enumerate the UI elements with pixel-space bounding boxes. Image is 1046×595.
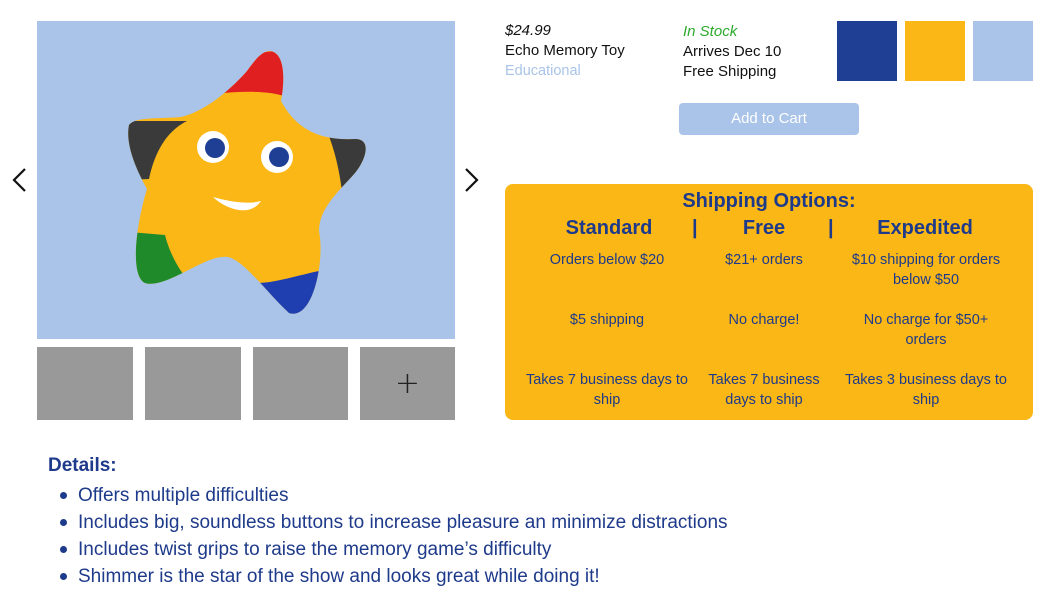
color-swatch-navy[interactable]	[837, 21, 897, 81]
chevron-left-icon	[12, 168, 26, 192]
carousel-next-button[interactable]	[460, 164, 484, 196]
color-swatch-light-blue[interactable]	[973, 21, 1033, 81]
free-time: Takes 7 business days to ship	[708, 372, 820, 408]
standard-cost: $5 shipping	[569, 312, 645, 328]
shipping-column-standard: Standard	[565, 217, 653, 239]
expedited-time: Takes 3 business days to ship	[844, 372, 1007, 408]
star-toy-illustration	[128, 51, 366, 314]
product-price: $24.99	[505, 22, 551, 39]
shipping-options-panel: Shipping Options: Standard | Free | Expe…	[505, 184, 1033, 420]
list-item: Offers multiple difficulties	[60, 482, 728, 509]
carousel-prev-button[interactable]	[8, 164, 32, 196]
free-cost: No charge!	[728, 312, 800, 328]
list-item: Shimmer is the star of the show and look…	[60, 563, 728, 590]
chevron-right-icon	[465, 168, 479, 192]
thumbnail-1[interactable]	[37, 347, 133, 420]
expedited-cost: No charge for $50+ orders	[863, 312, 989, 348]
shipping-options-title: Shipping Options:	[682, 190, 856, 212]
add-to-cart-button[interactable]: Add to Cart	[679, 103, 859, 135]
shipping-column-free: Free	[742, 217, 786, 239]
free-orders: $21+ orders	[725, 252, 803, 268]
color-swatch-yellow[interactable]	[905, 21, 965, 81]
product-category[interactable]: Educational	[505, 63, 581, 79]
arrival-date: Arrives Dec 10	[683, 43, 782, 60]
standard-time: Takes 7 business days to ship	[525, 372, 688, 408]
standard-orders: Orders below $20	[549, 252, 665, 268]
stock-status: In Stock	[683, 23, 738, 40]
plus-icon: +	[394, 365, 421, 401]
shipping-note: Free Shipping	[683, 63, 777, 80]
thumbnail-3[interactable]	[253, 347, 348, 420]
more-thumbnails-button[interactable]: +	[360, 347, 455, 420]
list-item: Includes big, soundless buttons to incre…	[60, 509, 728, 536]
details-heading: Details:	[48, 455, 117, 476]
thumbnail-2[interactable]	[145, 347, 241, 420]
list-item: Includes twist grips to raise the memory…	[60, 536, 728, 563]
product-name: Echo Memory Toy	[505, 42, 625, 59]
expedited-orders: $10 shipping for orders below $50	[851, 252, 1001, 288]
details-list: Offers multiple difficulties Includes bi…	[60, 482, 728, 590]
column-separator: |	[692, 217, 698, 239]
column-separator: |	[828, 217, 834, 239]
product-main-image	[37, 21, 455, 339]
shipping-column-expedited: Expedited	[877, 217, 973, 239]
